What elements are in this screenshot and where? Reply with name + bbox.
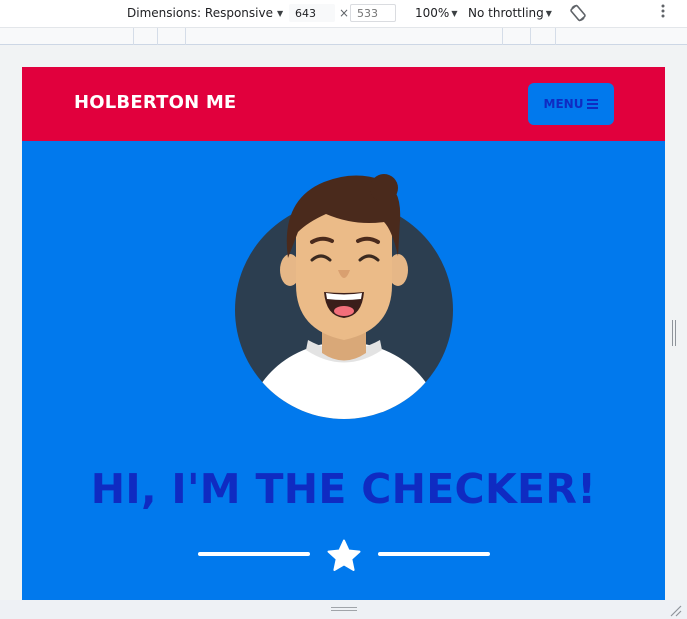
rotate-device-icon[interactable] <box>569 4 587 22</box>
more-vertical-icon[interactable] <box>656 4 670 22</box>
hamburger-icon <box>587 99 599 109</box>
divider-line-right <box>378 552 490 556</box>
dimensions-dropdown[interactable]: Dimensions: Responsive ▼ <box>127 6 283 20</box>
star-icon <box>326 539 362 573</box>
width-input[interactable] <box>289 4 335 22</box>
caret-down-icon: ▼ <box>451 8 458 18</box>
site-header: HOLBERTON ME MENU <box>22 67 665 141</box>
menu-label: MENU <box>543 97 584 111</box>
zoom-dropdown[interactable]: 100% ▼ <box>415 6 457 20</box>
height-resize-handle[interactable] <box>331 607 357 612</box>
dimensions-label: Dimensions: Responsive <box>127 6 273 20</box>
caret-down-icon: ▼ <box>545 8 552 18</box>
media-query-bar[interactable] <box>0 27 687 45</box>
throttling-label: No throttling <box>468 6 544 20</box>
throttling-dropdown[interactable]: No throttling ▼ <box>468 6 552 20</box>
avatar <box>234 170 456 420</box>
caret-down-icon: ▼ <box>276 8 284 18</box>
times-sign: × <box>339 6 350 20</box>
divider-line-left <box>198 552 310 556</box>
menu-button[interactable]: MENU <box>528 83 614 125</box>
zoom-label: 100% <box>415 6 450 20</box>
width-resize-handle[interactable] <box>672 320 678 346</box>
hero-headline: HI, I'M THE CHECKER! <box>90 465 597 513</box>
device-toolbar: Dimensions: Responsive ▼ × 100% ▼ No thr… <box>0 0 687 27</box>
corner-resize-handle[interactable] <box>668 603 682 617</box>
brand-logo-text[interactable]: HOLBERTON ME <box>74 92 236 113</box>
device-viewport: HOLBERTON ME MENU HI, I'M THE CHECKER! <box>22 67 665 600</box>
height-input[interactable] <box>350 4 396 22</box>
